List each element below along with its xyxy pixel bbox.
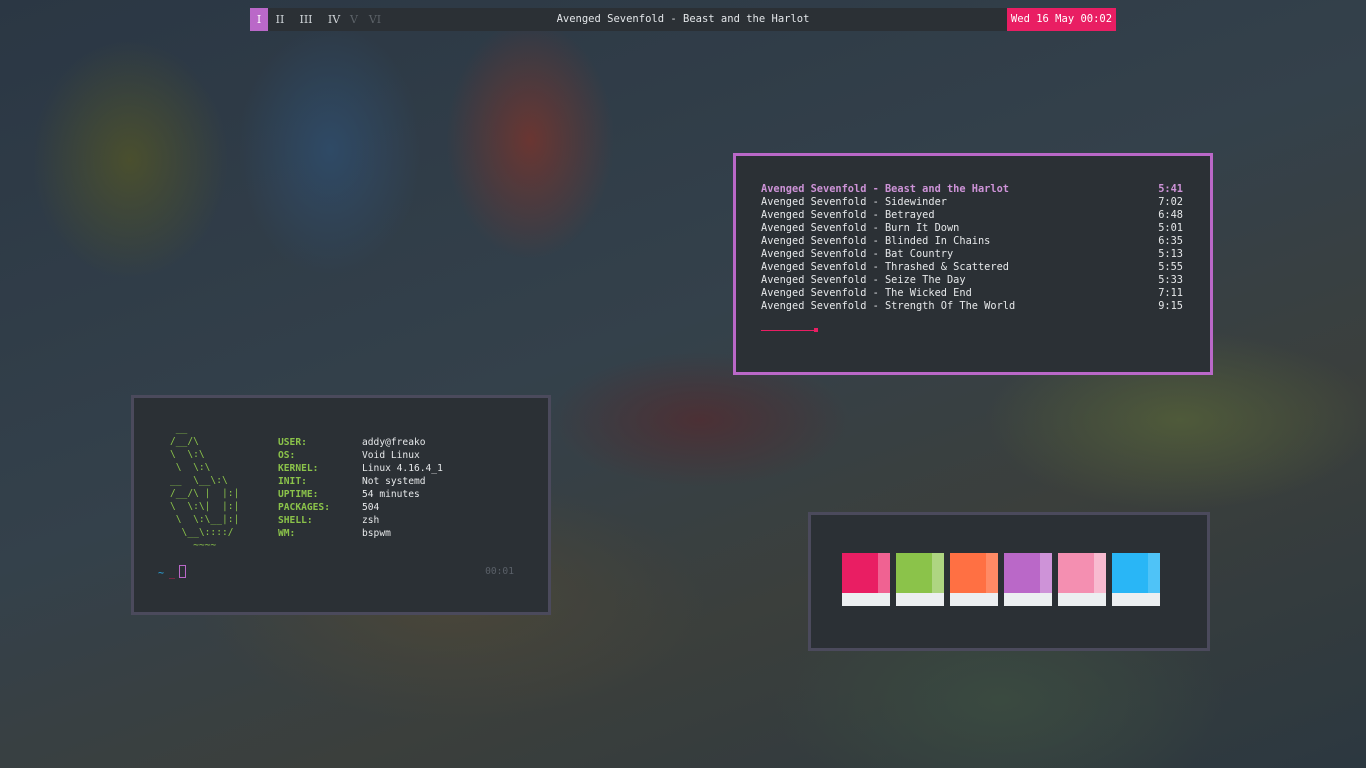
playlist-track[interactable]: Avenged Sevenfold - Burn It Down 5:01 [761, 222, 1183, 235]
swatch-main [1004, 553, 1040, 593]
track-title: Avenged Sevenfold - Strength Of The Worl… [761, 300, 1016, 312]
info-value: 54 minutes [362, 489, 420, 500]
swatch-base [896, 593, 944, 606]
playlist-track[interactable]: Avenged Sevenfold - Bat Country 5:13 [761, 248, 1183, 261]
track-title: Avenged Sevenfold - Beast and the Harlot [761, 183, 1009, 195]
info-value: zsh [362, 515, 380, 526]
swatch-light [1040, 553, 1052, 593]
track-title: Avenged Sevenfold - Seize The Day [761, 274, 966, 286]
info-key: OS: [278, 450, 296, 461]
info-value: Linux 4.16.4_1 [362, 463, 443, 474]
track-duration: 9:15 [1158, 300, 1183, 312]
color-swatch [950, 553, 998, 606]
info-key: SHELL: [278, 515, 313, 526]
info-key: PACKAGES: [278, 502, 330, 513]
playlist-track[interactable]: Avenged Sevenfold - Seize The Day 5:33 [761, 274, 1183, 287]
window-title: Avenged Sevenfold - Beast and the Harlot [556, 13, 810, 25]
info-key: INIT: [278, 476, 307, 487]
track-title: Avenged Sevenfold - Blinded In Chains [761, 235, 991, 247]
color-swatch [1058, 553, 1106, 606]
swatch-base [950, 593, 998, 606]
swatch-base [1112, 593, 1160, 606]
playlist-track[interactable]: Avenged Sevenfold - Blinded In Chains 6:3… [761, 235, 1183, 248]
progress-bar[interactable] [761, 330, 817, 331]
text-cursor [179, 565, 187, 578]
playlist-track[interactable]: Avenged Sevenfold - Beast and the Harlot… [761, 183, 1183, 196]
track-duration: 6:35 [1158, 235, 1183, 247]
color-palette-window[interactable] [808, 512, 1210, 651]
info-value: bspwm [362, 528, 391, 539]
track-title: Avenged Sevenfold - Bat Country [761, 248, 954, 260]
prompt-time: 00:01 [485, 566, 514, 577]
progress-handle[interactable] [814, 328, 818, 332]
status-bar: I II III IV V VI Avenged Sevenfold - Bea… [250, 8, 1116, 31]
track-duration: 5:41 [1158, 183, 1183, 195]
info-value: addy@freako [362, 437, 426, 448]
track-duration: 6:48 [1158, 209, 1183, 221]
prompt-tilde: ~ [158, 568, 165, 579]
swatch-light [1094, 553, 1106, 593]
playlist-track[interactable]: Avenged Sevenfold - Thrashed & Scattered… [761, 261, 1183, 274]
color-swatch [842, 553, 890, 606]
swatch-light [1148, 553, 1160, 593]
playlist-track[interactable]: Avenged Sevenfold - The Wicked End 7:11 [761, 287, 1183, 300]
swatch-base [1004, 593, 1052, 606]
track-title: Avenged Sevenfold - The Wicked End [761, 287, 972, 299]
swatch-light [932, 553, 944, 593]
info-key: KERNEL: [278, 463, 319, 474]
track-duration: 5:55 [1158, 261, 1183, 273]
track-duration: 5:13 [1158, 248, 1183, 260]
track-duration: 7:11 [1158, 287, 1183, 299]
info-key: UPTIME: [278, 489, 319, 500]
info-value: 504 [362, 502, 380, 513]
info-value: Not systemd [362, 476, 426, 487]
info-key: WM: [278, 528, 296, 539]
clock[interactable]: Wed 16 May 00:02 [1007, 8, 1116, 31]
shell-prompt[interactable]: ~ _ [158, 565, 187, 581]
swatch-main [1112, 553, 1148, 593]
track-title: Avenged Sevenfold - Sidewinder [761, 196, 947, 208]
swatch-base [1058, 593, 1106, 606]
swatch-light [878, 553, 890, 593]
desktop-wallpaper: I II III IV V VI Avenged Sevenfold - Bea… [0, 0, 1366, 768]
track-title: Avenged Sevenfold - Burn It Down [761, 222, 960, 234]
color-swatch [1112, 553, 1160, 606]
prompt-arrow: _ [169, 568, 176, 579]
track-duration: 7:02 [1158, 196, 1183, 208]
playlist-track[interactable]: Avenged Sevenfold - Sidewinder 7:02 [761, 196, 1183, 209]
swatch-light [986, 553, 998, 593]
color-swatch [896, 553, 944, 606]
swatch-main [896, 553, 932, 593]
track-title: Avenged Sevenfold - Betrayed [761, 209, 935, 221]
track-title: Avenged Sevenfold - Thrashed & Scattered [761, 261, 1009, 273]
terminal-window[interactable]: __ /__/\ \ \:\ \ \:\ __ \__\:\ /__/\ | |… [131, 395, 551, 615]
music-player-window[interactable]: Avenged Sevenfold - Beast and the Harlot… [733, 153, 1213, 375]
info-key: USER: [278, 437, 307, 448]
swatch-base [842, 593, 890, 606]
swatch-main [842, 553, 878, 593]
color-swatch [1004, 553, 1052, 606]
void-linux-ascii-logo: __ /__/\ \ \:\ \ \:\ __ \__\:\ /__/\ | |… [170, 423, 240, 551]
info-value: Void Linux [362, 450, 420, 461]
playlist-track[interactable]: Avenged Sevenfold - Strength Of The Worl… [761, 300, 1183, 313]
track-duration: 5:01 [1158, 222, 1183, 234]
track-duration: 5:33 [1158, 274, 1183, 286]
playlist-track[interactable]: Avenged Sevenfold - Betrayed 6:48 [761, 209, 1183, 222]
swatch-main [1058, 553, 1094, 593]
swatch-main [950, 553, 986, 593]
